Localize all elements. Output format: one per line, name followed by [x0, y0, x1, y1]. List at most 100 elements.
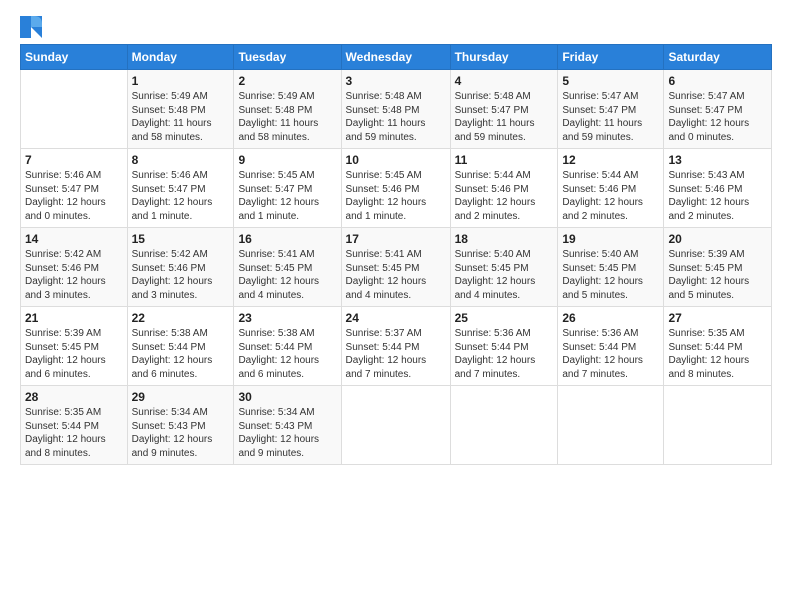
- calendar-cell: 3 Sunrise: 5:48 AMSunset: 5:48 PMDaylight…: [341, 70, 450, 149]
- calendar-cell: 24 Sunrise: 5:37 AMSunset: 5:44 PMDayligh…: [341, 307, 450, 386]
- calendar-cell: [558, 386, 664, 465]
- calendar-cell: [341, 386, 450, 465]
- weekday-header-thursday: Thursday: [450, 45, 558, 70]
- day-number: 3: [346, 74, 446, 88]
- weekday-header-monday: Monday: [127, 45, 234, 70]
- day-info: Sunrise: 5:39 AMSunset: 5:45 PMDaylight:…: [668, 248, 767, 302]
- weekday-row: SundayMondayTuesdayWednesdayThursdayFrid…: [21, 45, 772, 70]
- day-number: 24: [346, 311, 446, 325]
- calendar-cell: 15 Sunrise: 5:42 AMSunset: 5:46 PMDayligh…: [127, 228, 234, 307]
- calendar-cell: 7Sunrise: 5:46 AMSunset: 5:47 PMDaylight…: [21, 149, 128, 228]
- day-number: 27: [668, 311, 767, 325]
- calendar-body: 1 Sunrise: 5:49 AMSunset: 5:48 PMDaylight…: [21, 70, 772, 465]
- day-info: Sunrise: 5:45 AMSunset: 5:47 PMDaylight:…: [238, 169, 336, 223]
- day-info: Sunrise: 5:49 AMSunset: 5:48 PMDaylight:…: [132, 90, 230, 144]
- day-number: 30: [238, 390, 336, 404]
- calendar-cell: [664, 386, 772, 465]
- calendar-cell: 25Sunrise: 5:36 AMSunset: 5:44 PMDayligh…: [450, 307, 558, 386]
- day-info: Sunrise: 5:47 AMSunset: 5:47 PMDaylight:…: [562, 90, 659, 144]
- calendar-cell: [21, 70, 128, 149]
- day-info: Sunrise: 5:49 AMSunset: 5:48 PMDaylight:…: [238, 90, 336, 144]
- day-number: 16: [238, 232, 336, 246]
- day-info: Sunrise: 5:38 AMSunset: 5:44 PMDaylight:…: [132, 327, 230, 381]
- day-info: Sunrise: 5:41 AMSunset: 5:45 PMDaylight:…: [238, 248, 336, 302]
- day-number: 22: [132, 311, 230, 325]
- calendar-cell: 11 Sunrise: 5:44 AMSunset: 5:46 PMDayligh…: [450, 149, 558, 228]
- calendar-cell: 29Sunrise: 5:34 AMSunset: 5:43 PMDayligh…: [127, 386, 234, 465]
- day-number: 19: [562, 232, 659, 246]
- day-info: Sunrise: 5:48 AMSunset: 5:48 PMDaylight:…: [346, 90, 446, 144]
- day-info: Sunrise: 5:46 AMSunset: 5:47 PMDaylight:…: [132, 169, 230, 223]
- day-number: 6: [668, 74, 767, 88]
- day-number: 8: [132, 153, 230, 167]
- day-info: Sunrise: 5:41 AMSunset: 5:45 PMDaylight:…: [346, 248, 446, 302]
- day-number: 5: [562, 74, 659, 88]
- calendar-cell: 1 Sunrise: 5:49 AMSunset: 5:48 PMDaylight…: [127, 70, 234, 149]
- day-info: Sunrise: 5:35 AMSunset: 5:44 PMDaylight:…: [668, 327, 767, 381]
- calendar-cell: 5 Sunrise: 5:47 AMSunset: 5:47 PMDaylight…: [558, 70, 664, 149]
- calendar-cell: 6Sunrise: 5:47 AMSunset: 5:47 PMDaylight…: [664, 70, 772, 149]
- day-info: Sunrise: 5:36 AMSunset: 5:44 PMDaylight:…: [562, 327, 659, 381]
- calendar-cell: 27 Sunrise: 5:35 AMSunset: 5:44 PMDayligh…: [664, 307, 772, 386]
- day-info: Sunrise: 5:44 AMSunset: 5:46 PMDaylight:…: [455, 169, 554, 223]
- day-info: Sunrise: 5:35 AMSunset: 5:44 PMDaylight:…: [25, 406, 123, 460]
- weekday-header-sunday: Sunday: [21, 45, 128, 70]
- calendar-cell: 28 Sunrise: 5:35 AMSunset: 5:44 PMDayligh…: [21, 386, 128, 465]
- calendar-cell: 21Sunrise: 5:39 AMSunset: 5:45 PMDayligh…: [21, 307, 128, 386]
- calendar-week-3: 14 Sunrise: 5:42 AMSunset: 5:46 PMDayligh…: [21, 228, 772, 307]
- logo-icon: [20, 16, 42, 38]
- calendar-header: SundayMondayTuesdayWednesdayThursdayFrid…: [21, 45, 772, 70]
- day-info: Sunrise: 5:40 AMSunset: 5:45 PMDaylight:…: [455, 248, 554, 302]
- day-number: 10: [346, 153, 446, 167]
- weekday-header-saturday: Saturday: [664, 45, 772, 70]
- day-number: 17: [346, 232, 446, 246]
- logo: [20, 16, 46, 38]
- day-number: 9: [238, 153, 336, 167]
- day-number: 11: [455, 153, 554, 167]
- calendar-cell: 22 Sunrise: 5:38 AMSunset: 5:44 PMDayligh…: [127, 307, 234, 386]
- calendar-cell: 13 Sunrise: 5:43 AMSunset: 5:46 PMDayligh…: [664, 149, 772, 228]
- calendar-week-5: 28 Sunrise: 5:35 AMSunset: 5:44 PMDayligh…: [21, 386, 772, 465]
- day-number: 18: [455, 232, 554, 246]
- calendar-cell: 18 Sunrise: 5:40 AMSunset: 5:45 PMDayligh…: [450, 228, 558, 307]
- calendar-cell: 23 Sunrise: 5:38 AMSunset: 5:44 PMDayligh…: [234, 307, 341, 386]
- page-container: SundayMondayTuesdayWednesdayThursdayFrid…: [0, 0, 792, 475]
- day-number: 2: [238, 74, 336, 88]
- calendar-week-4: 21Sunrise: 5:39 AMSunset: 5:45 PMDayligh…: [21, 307, 772, 386]
- day-number: 26: [562, 311, 659, 325]
- day-number: 29: [132, 390, 230, 404]
- day-number: 12: [562, 153, 659, 167]
- calendar-cell: 17 Sunrise: 5:41 AMSunset: 5:45 PMDayligh…: [341, 228, 450, 307]
- day-number: 23: [238, 311, 336, 325]
- day-info: Sunrise: 5:43 AMSunset: 5:46 PMDaylight:…: [668, 169, 767, 223]
- calendar-cell: 30 Sunrise: 5:34 AMSunset: 5:43 PMDayligh…: [234, 386, 341, 465]
- calendar-week-2: 7 Sunrise: 5:46 AMSunset: 5:47 PMDaylight…: [21, 149, 772, 228]
- calendar-cell: 10Sunrise: 5:45 AMSunset: 5:46 PMDayligh…: [341, 149, 450, 228]
- day-number: 25: [455, 311, 554, 325]
- weekday-header-friday: Friday: [558, 45, 664, 70]
- day-number: 13: [668, 153, 767, 167]
- calendar-cell: 14Sunrise: 5:42 AMSunset: 5:46 PMDayligh…: [21, 228, 128, 307]
- day-info: Sunrise: 5:38 AMSunset: 5:44 PMDaylight:…: [238, 327, 336, 381]
- day-number: 28: [25, 390, 123, 404]
- day-number: 15: [132, 232, 230, 246]
- calendar-cell: 2 Sunrise: 5:49 AMSunset: 5:48 PMDaylight…: [234, 70, 341, 149]
- day-number: 1: [132, 74, 230, 88]
- calendar-cell: 19Sunrise: 5:40 AMSunset: 5:45 PMDayligh…: [558, 228, 664, 307]
- calendar: SundayMondayTuesdayWednesdayThursdayFrid…: [20, 44, 772, 465]
- weekday-header-tuesday: Tuesday: [234, 45, 341, 70]
- calendar-cell: 4Sunrise: 5:48 AMSunset: 5:47 PMDaylight…: [450, 70, 558, 149]
- day-info: Sunrise: 5:42 AMSunset: 5:46 PMDaylight:…: [132, 248, 230, 302]
- header: [20, 16, 772, 38]
- day-number: 4: [455, 74, 554, 88]
- calendar-cell: 16 Sunrise: 5:41 AMSunset: 5:45 PMDayligh…: [234, 228, 341, 307]
- day-number: 21: [25, 311, 123, 325]
- day-info: Sunrise: 5:37 AMSunset: 5:44 PMDaylight:…: [346, 327, 446, 381]
- day-number: 14: [25, 232, 123, 246]
- calendar-cell: 8 Sunrise: 5:46 AMSunset: 5:47 PMDaylight…: [127, 149, 234, 228]
- day-info: Sunrise: 5:34 AMSunset: 5:43 PMDaylight:…: [238, 406, 336, 460]
- calendar-cell: 26 Sunrise: 5:36 AMSunset: 5:44 PMDayligh…: [558, 307, 664, 386]
- day-number: 7: [25, 153, 123, 167]
- day-number: 20: [668, 232, 767, 246]
- calendar-cell: 20 Sunrise: 5:39 AMSunset: 5:45 PMDayligh…: [664, 228, 772, 307]
